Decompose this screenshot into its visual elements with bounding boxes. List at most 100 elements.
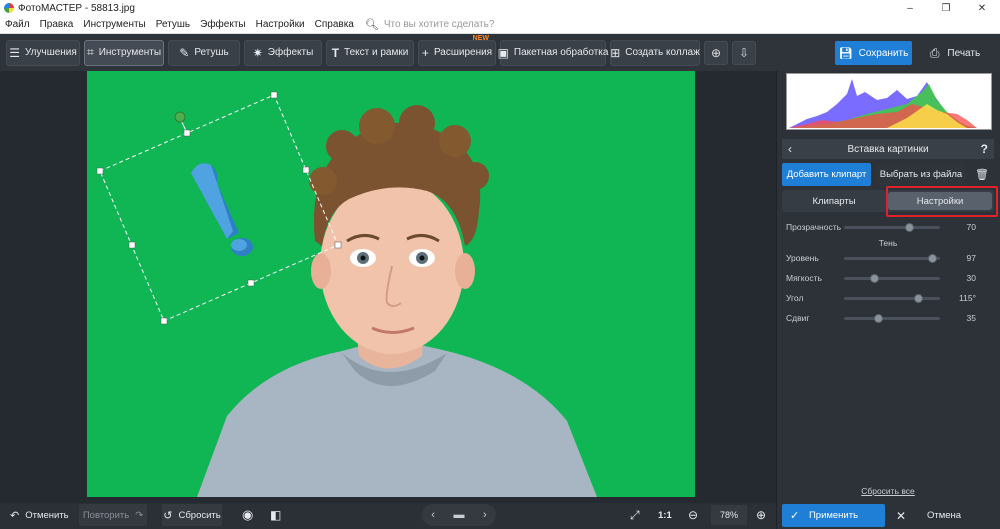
checkmark-icon: ✓ bbox=[790, 510, 800, 522]
rotate-handle[interactable] bbox=[174, 111, 186, 123]
resize-handle[interactable] bbox=[96, 167, 104, 175]
folder-icon[interactable]: ▬ bbox=[453, 509, 464, 521]
resize-handle[interactable] bbox=[160, 317, 168, 325]
eye-icon: ◉ bbox=[242, 507, 254, 522]
reset-button[interactable]: ↺ Сбросить bbox=[162, 504, 222, 526]
photo-canvas[interactable] bbox=[87, 71, 695, 497]
apply-button[interactable]: ✓ Применить bbox=[782, 504, 885, 527]
shadow-angle-slider[interactable] bbox=[844, 293, 940, 303]
opacity-slider[interactable] bbox=[844, 222, 940, 232]
redo-button[interactable]: Повторить ↷ bbox=[79, 504, 147, 526]
zoom-out-button[interactable]: ⊖ bbox=[688, 504, 702, 526]
tab-enhancements-label: Улучшения bbox=[24, 47, 77, 58]
brush-icon: ✎ bbox=[179, 45, 190, 60]
tab-collage-label: Создать коллаж bbox=[625, 47, 700, 58]
tab-text-frames[interactable]: T Текст и рамки bbox=[326, 39, 414, 66]
maximize-button[interactable]: ❐ bbox=[928, 3, 964, 14]
floppy-icon: 💾︎ bbox=[838, 47, 853, 60]
shadow-level-label: Уровень bbox=[786, 253, 819, 263]
download-preset-button[interactable]: ⇩ bbox=[732, 40, 756, 65]
tab-tools[interactable]: ⌗ Инструменты bbox=[84, 39, 164, 66]
save-button[interactable]: 💾︎ Сохранить bbox=[835, 41, 912, 65]
cancel-button[interactable]: ✕ Отмена bbox=[892, 504, 996, 527]
shadow-angle-knob[interactable] bbox=[913, 293, 923, 303]
tab-extensions[interactable]: + Расширения NEW bbox=[418, 35, 496, 66]
next-arrow-icon[interactable]: › bbox=[483, 509, 487, 521]
tab-tools-label: Инструменты bbox=[98, 47, 162, 58]
trash-icon: 🗑︎ bbox=[975, 169, 989, 181]
shadow-level-row: Уровень 97 bbox=[786, 251, 976, 265]
compare-button[interactable]: ◧ bbox=[270, 504, 286, 526]
panel-title: Вставка картинки bbox=[847, 143, 929, 155]
opacity-value: 70 bbox=[966, 222, 976, 232]
shadow-section-title: Тень bbox=[878, 238, 898, 248]
resize-handle[interactable] bbox=[270, 91, 278, 99]
menu-settings[interactable]: Настройки bbox=[251, 19, 310, 30]
print-label: Печать bbox=[947, 47, 981, 59]
close-icon: ✕ bbox=[896, 508, 907, 523]
magic-wand-icon: ✷ bbox=[252, 45, 263, 60]
shadow-softness-row: Мягкость 30 bbox=[786, 271, 976, 285]
reset-all-link[interactable]: Сбросить все bbox=[786, 486, 990, 496]
save-label: Сохранить bbox=[858, 47, 909, 59]
preview-button[interactable]: ◉ bbox=[242, 504, 258, 526]
close-button[interactable]: ✕ bbox=[964, 3, 1000, 14]
undo-button[interactable]: ↶ Отменить bbox=[10, 504, 72, 526]
shadow-softness-value: 30 bbox=[966, 273, 976, 283]
shadow-offset-knob[interactable] bbox=[874, 313, 884, 323]
photo-image bbox=[87, 71, 695, 497]
menu-effects[interactable]: Эффекты bbox=[195, 19, 250, 30]
window-title: ФотоМАСТЕР - 58813.jpg bbox=[18, 2, 135, 14]
tab-enhancements[interactable]: ☰ Улучшения bbox=[6, 39, 80, 66]
zoom-in-button[interactable]: ⊕ bbox=[756, 504, 770, 526]
tab-extensions-label: Расширения bbox=[433, 47, 493, 58]
zoom-in-icon: ⊕ bbox=[756, 508, 767, 522]
resize-handle[interactable] bbox=[128, 241, 136, 249]
resize-handle[interactable] bbox=[302, 166, 310, 174]
menu-help[interactable]: Справка bbox=[310, 19, 359, 30]
shadow-softness-knob[interactable] bbox=[870, 273, 880, 283]
tab-batch-processing[interactable]: ▣ Пакетная обработка bbox=[497, 39, 609, 66]
shadow-offset-slider[interactable] bbox=[844, 313, 940, 323]
search-placeholder: Что вы хотите сделать? bbox=[383, 19, 495, 30]
back-arrow-icon[interactable]: ‹ bbox=[788, 142, 792, 156]
help-icon[interactable]: ? bbox=[981, 142, 988, 156]
plus-icon: + bbox=[421, 45, 429, 60]
redo-label: Повторить bbox=[82, 509, 130, 521]
new-badge: NEW bbox=[472, 34, 489, 42]
shadow-softness-label: Мягкость bbox=[786, 273, 822, 283]
resize-handle[interactable] bbox=[334, 241, 342, 249]
choose-file-button[interactable]: Выбрать из файла bbox=[876, 163, 966, 186]
minimize-button[interactable]: – bbox=[892, 3, 928, 14]
sliders-icon: ☰ bbox=[9, 45, 20, 60]
prev-arrow-icon[interactable]: ‹ bbox=[431, 509, 435, 521]
menu-edit[interactable]: Правка bbox=[35, 19, 79, 30]
tab-batch-label: Пакетная обработка bbox=[513, 47, 609, 58]
actual-size-button[interactable]: 1:1 bbox=[658, 504, 676, 526]
tab-effects[interactable]: ✷ Эффекты bbox=[244, 39, 322, 66]
resize-handle[interactable] bbox=[183, 129, 191, 137]
menu-file[interactable]: Файл bbox=[0, 19, 35, 30]
shadow-level-knob[interactable] bbox=[928, 253, 938, 263]
opacity-knob[interactable] bbox=[904, 222, 914, 232]
shadow-offset-row: Сдвиг 35 bbox=[786, 311, 976, 325]
add-preset-icon: ⊕ bbox=[710, 45, 722, 60]
shadow-softness-slider[interactable] bbox=[844, 273, 940, 283]
menu-tools[interactable]: Инструменты bbox=[78, 19, 150, 30]
print-button[interactable]: ⎙ Печать bbox=[916, 41, 994, 65]
add-preset-button[interactable]: ⊕ bbox=[704, 40, 728, 65]
delete-button[interactable]: 🗑︎ bbox=[972, 163, 992, 186]
batch-icon: ▣ bbox=[497, 45, 509, 60]
menu-retouch[interactable]: Ретушь bbox=[151, 19, 195, 30]
text-icon: T bbox=[331, 45, 340, 60]
add-clipart-button[interactable]: Добавить клипарт bbox=[782, 163, 871, 186]
tab-retouch[interactable]: ✎ Ретушь bbox=[168, 39, 240, 66]
tab-create-collage[interactable]: ⊞ Создать коллаж bbox=[610, 39, 700, 66]
shadow-level-slider[interactable] bbox=[844, 253, 940, 263]
tab-cliparts[interactable]: Клипарты bbox=[782, 190, 886, 212]
search-icon: 🔍︎ bbox=[364, 19, 379, 31]
zoom-level[interactable]: 78% bbox=[711, 505, 747, 525]
resize-handle[interactable] bbox=[247, 279, 255, 287]
fit-screen-button[interactable]: ⤢ bbox=[630, 504, 646, 526]
menu-search[interactable]: 🔍︎ Что вы хотите сделать? bbox=[365, 18, 495, 31]
